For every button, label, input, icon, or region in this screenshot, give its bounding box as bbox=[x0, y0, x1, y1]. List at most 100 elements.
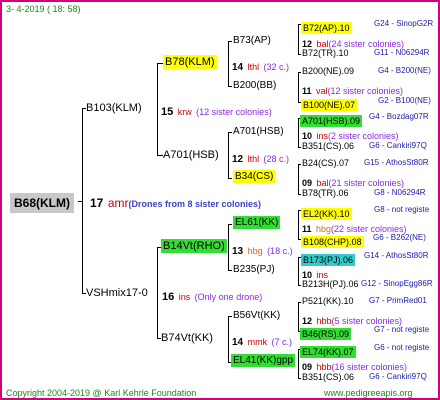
queen-node[interactable]: B78(KLM) bbox=[163, 55, 217, 69]
sister-note: (12 sister colonies) bbox=[196, 107, 272, 117]
family-number: 15 bbox=[161, 106, 174, 118]
breeder-ref: G4 - B200(NE) bbox=[378, 66, 431, 75]
sister-note: (18 c.) bbox=[267, 246, 293, 256]
queen-node[interactable]: B213H(PJ).06 bbox=[302, 280, 359, 289]
pedigree-frame: 3- 4-2019 ( 18: 58) B68(KLM) 17 amr(Dron… bbox=[0, 0, 440, 400]
queen-node[interactable]: B34(CS) bbox=[233, 170, 276, 183]
queen-node[interactable]: B100(NE).07 bbox=[301, 96, 358, 112]
queen-name: EL74(KK).07 bbox=[300, 346, 356, 358]
breeder-ref: G6 - B262(NE) bbox=[373, 233, 426, 242]
queen-node[interactable]: A701(HSB) bbox=[233, 127, 284, 137]
sister-note: (32 c.) bbox=[263, 62, 290, 72]
family-code: hbg bbox=[247, 246, 263, 256]
date-stamp: 3- 4-2019 ( 18: 58) bbox=[6, 4, 81, 14]
family-number: 09 bbox=[302, 362, 313, 372]
breeder-ref: G8 - N06294R bbox=[374, 188, 426, 197]
queen-name: B34(CS) bbox=[233, 170, 276, 183]
breeder-ref: G7 - not registe bbox=[374, 325, 430, 334]
sister-note: (12 sister colonies) bbox=[327, 86, 404, 96]
queen-node[interactable]: EL2(KK).10 bbox=[301, 205, 352, 221]
family-number: 14 bbox=[232, 337, 244, 348]
family-number: 16 bbox=[162, 291, 175, 303]
breeder-ref: G7 - PrimRed01 bbox=[369, 296, 427, 305]
queen-name: B46(RS).09 bbox=[300, 328, 352, 340]
queen-node[interactable]: A701(HSB) bbox=[163, 150, 219, 161]
queen-node[interactable]: EL61(KK) bbox=[233, 216, 281, 229]
breeder-ref: G2 - B100(NE) bbox=[378, 96, 431, 105]
queen-name: B100(NE).07 bbox=[301, 99, 358, 111]
queen-node[interactable]: VSHmix17-0 bbox=[86, 288, 148, 299]
root-drones-note: (Drones from 8 sister colonies) bbox=[128, 199, 262, 209]
sister-note: (28 c.) bbox=[263, 154, 290, 164]
family-number: 13 bbox=[232, 246, 244, 257]
queen-node[interactable]: EL41(KK)gpp bbox=[231, 354, 296, 367]
copyright-text: Copyright 2004-2019 @ Karl Kehrle Founda… bbox=[6, 388, 197, 398]
queen-node[interactable]: B351(CS).06 bbox=[302, 373, 354, 382]
queen-node[interactable]: B108(CHP).08 bbox=[301, 233, 364, 249]
website-link[interactable]: www.pedigreeapis.org bbox=[324, 389, 413, 398]
family-number: 09 bbox=[302, 178, 313, 188]
sister-note: (7 c.) bbox=[271, 337, 293, 347]
queen-node[interactable]: A701(HSB).09 bbox=[300, 112, 363, 128]
queen-node[interactable]: B72(TR).10 bbox=[302, 49, 349, 58]
queen-node[interactable]: B14Vt(RHO) bbox=[161, 239, 227, 253]
breeder-ref: G14 - AthosSt80R bbox=[364, 251, 429, 260]
queen-node[interactable]: B351(CS).06 bbox=[302, 142, 354, 151]
queen-name: A701(HSB).09 bbox=[300, 115, 363, 127]
queen-name: B108(CHP).08 bbox=[301, 236, 364, 248]
queen-node[interactable]: B46(RS).09 bbox=[300, 325, 352, 341]
root-family-number: 17 bbox=[90, 196, 104, 210]
queen-family: 13 hbg (18 c.) bbox=[232, 242, 293, 258]
queen-node[interactable]: B78(TR).06 bbox=[302, 189, 349, 198]
queen-family: 12 lthl (28 c.) bbox=[232, 150, 289, 166]
breeder-ref: G15 - AthosSt80R bbox=[364, 158, 429, 167]
queen-node[interactable]: B56Vt(KK) bbox=[233, 311, 280, 321]
queen-node[interactable]: B200(NE).09 bbox=[302, 67, 354, 76]
queen-family: 16 ins (Only one drone) bbox=[162, 288, 262, 304]
queen-node[interactable]: B72(AP).10 bbox=[301, 19, 352, 35]
breeder-ref: G6 - not registe bbox=[374, 343, 430, 352]
root-family: 17 amr(Drones from 8 sister colonies) bbox=[90, 195, 261, 211]
queen-node[interactable]: EL74(KK).07 bbox=[300, 343, 356, 359]
family-number: 14 bbox=[232, 62, 244, 73]
family-code: ins bbox=[316, 131, 328, 141]
queen-node[interactable]: B103(KLM) bbox=[86, 103, 142, 114]
queen-node[interactable]: B235(PJ) bbox=[233, 265, 275, 275]
family-code: val bbox=[315, 86, 328, 96]
breeder-ref: G11 - N06294R bbox=[374, 48, 430, 57]
sister-note: (2 sister colonies) bbox=[327, 131, 399, 141]
family-code: hbb bbox=[316, 362, 332, 372]
breeder-ref: G6 - Cankiri97Q bbox=[369, 372, 427, 381]
queen-node[interactable]: B74Vt(KK) bbox=[161, 333, 213, 344]
queen-node[interactable]: B200(BB) bbox=[233, 81, 276, 91]
sister-note: (21 sister colonies) bbox=[328, 178, 405, 188]
breeder-ref: G4 - Bozdag07R bbox=[369, 112, 429, 121]
family-number: 11 bbox=[302, 86, 312, 96]
queen-name: B78(KLM) bbox=[163, 55, 217, 69]
family-code: lthl bbox=[247, 62, 260, 72]
queen-family: 14 lthl (32 c.) bbox=[232, 58, 289, 74]
queen-name: B173(PJ).06 bbox=[301, 254, 356, 266]
family-code: bal bbox=[316, 178, 329, 188]
sister-note: (16 sister colonies) bbox=[331, 362, 408, 372]
family-code: lthl bbox=[247, 154, 260, 164]
root-family-code: amr bbox=[107, 196, 129, 210]
family-code: ins bbox=[178, 292, 191, 302]
queen-family: 15 krw (12 sister colonies) bbox=[161, 103, 272, 119]
queen-name: B72(AP).10 bbox=[301, 22, 352, 34]
queen-node[interactable]: B173(PJ).06 bbox=[301, 251, 356, 267]
queen-node[interactable]: B73(AP) bbox=[233, 36, 271, 46]
breeder-ref: G24 - SinopG2R bbox=[374, 19, 434, 28]
queen-family: 14 mmk (7 c.) bbox=[232, 333, 292, 349]
breeder-ref: G6 - Cankiri97Q bbox=[369, 141, 427, 150]
root-queen[interactable]: B68(KLM) bbox=[10, 193, 74, 213]
breeder-ref: G8 - not registe bbox=[374, 205, 430, 214]
sister-note: (Only one drone) bbox=[194, 292, 263, 302]
queen-node[interactable]: B24(CS).07 bbox=[302, 159, 349, 168]
queen-node[interactable]: P521(KK).10 bbox=[302, 297, 354, 306]
family-number: 12 bbox=[232, 154, 244, 165]
family-number: 10 bbox=[302, 131, 313, 141]
family-code: mmk bbox=[247, 337, 268, 347]
queen-name: EL41(KK)gpp bbox=[231, 354, 296, 367]
queen-name: EL61(KK) bbox=[233, 216, 281, 229]
